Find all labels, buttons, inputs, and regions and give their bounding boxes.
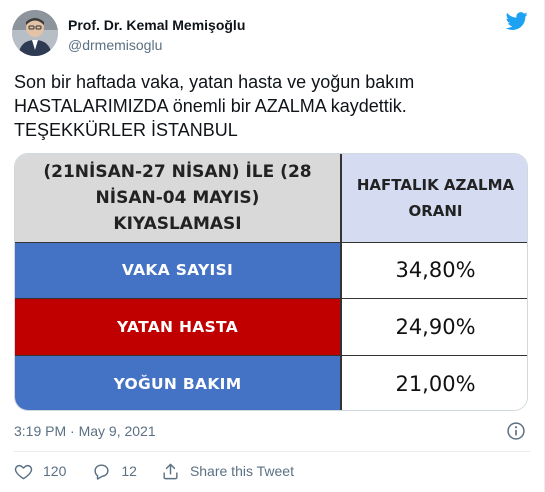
author-handle[interactable]: @drmemisoglu bbox=[68, 36, 245, 54]
table-row-label-yatan: YATAN HASTA bbox=[15, 299, 340, 355]
tweet-text: Son bir haftada vaka, yatan hasta ve yoğ… bbox=[14, 70, 529, 142]
table-row-value-vaka: 34,80% bbox=[342, 242, 527, 298]
heart-icon bbox=[14, 464, 33, 479]
reply-bubble-icon bbox=[94, 463, 109, 480]
author-names: Prof. Dr. Kemal Memişoğlu @drmemisoglu bbox=[68, 16, 245, 54]
table-header-rate: HAFTALIK AZALMA ORANI bbox=[342, 154, 527, 242]
table-divider-horizontal bbox=[15, 242, 527, 243]
share-button[interactable]: Share this Tweet bbox=[161, 462, 294, 481]
table-header-rate-line: ORANI bbox=[408, 202, 463, 220]
avatar[interactable] bbox=[12, 10, 58, 56]
table-row-label-yogun: YOĞUN BAKIM bbox=[15, 356, 340, 410]
tweet-image-table[interactable]: (21NİSAN-27 NİSAN) İLE (28 NİSAN-04 MAYI… bbox=[14, 153, 528, 411]
like-button[interactable]: 120 bbox=[14, 462, 66, 481]
table-row-label-vaka: VAKA SAYISI bbox=[15, 242, 340, 298]
reply-count: 12 bbox=[121, 463, 137, 479]
tweet-text-line: Son bir haftada vaka, yatan hasta ve yoğ… bbox=[14, 72, 415, 92]
table-divider-vertical bbox=[340, 154, 342, 410]
info-icon[interactable] bbox=[506, 421, 526, 441]
table-divider-horizontal bbox=[15, 355, 527, 356]
table-divider-horizontal bbox=[15, 298, 527, 299]
comparison-table: (21NİSAN-27 NİSAN) İLE (28 NİSAN-04 MAYI… bbox=[15, 154, 527, 410]
table-row-value-yogun: 21,00% bbox=[342, 356, 527, 410]
twitter-bird-icon[interactable] bbox=[504, 10, 530, 32]
tweet-actions: 120 12 Share this Tweet bbox=[14, 460, 294, 482]
table-row-value-yatan: 24,90% bbox=[342, 299, 527, 355]
like-count: 120 bbox=[43, 463, 67, 479]
share-label: Share this Tweet bbox=[189, 463, 294, 479]
tweet-card: Prof. Dr. Kemal Memişoğlu @drmemisoglu S… bbox=[0, 0, 545, 492]
share-icon bbox=[163, 463, 178, 479]
table-header-period-line: NİSAN-04 MAYIS) KIYASLAMASI bbox=[95, 188, 260, 234]
divider bbox=[14, 451, 530, 452]
tweet-timestamp[interactable]: 3:19 PM · May 9, 2021 bbox=[14, 423, 156, 439]
table-header-period-line: (21NİSAN-27 NİSAN) İLE (28 bbox=[43, 162, 312, 182]
tweet-text-line: TEŞEKKÜRLER İSTANBUL bbox=[14, 120, 238, 140]
tweet-header: Prof. Dr. Kemal Memişoğlu @drmemisoglu bbox=[12, 10, 532, 58]
author-display-name[interactable]: Prof. Dr. Kemal Memişoğlu bbox=[68, 16, 245, 34]
tweet-text-line: HASTALARIMIZDA önemli bir AZALMA kaydett… bbox=[14, 96, 407, 116]
table-header-rate-line: HAFTALIK AZALMA bbox=[356, 176, 515, 194]
reply-button[interactable]: 12 bbox=[92, 462, 137, 481]
table-header-period: (21NİSAN-27 NİSAN) İLE (28 NİSAN-04 MAYI… bbox=[15, 154, 340, 242]
